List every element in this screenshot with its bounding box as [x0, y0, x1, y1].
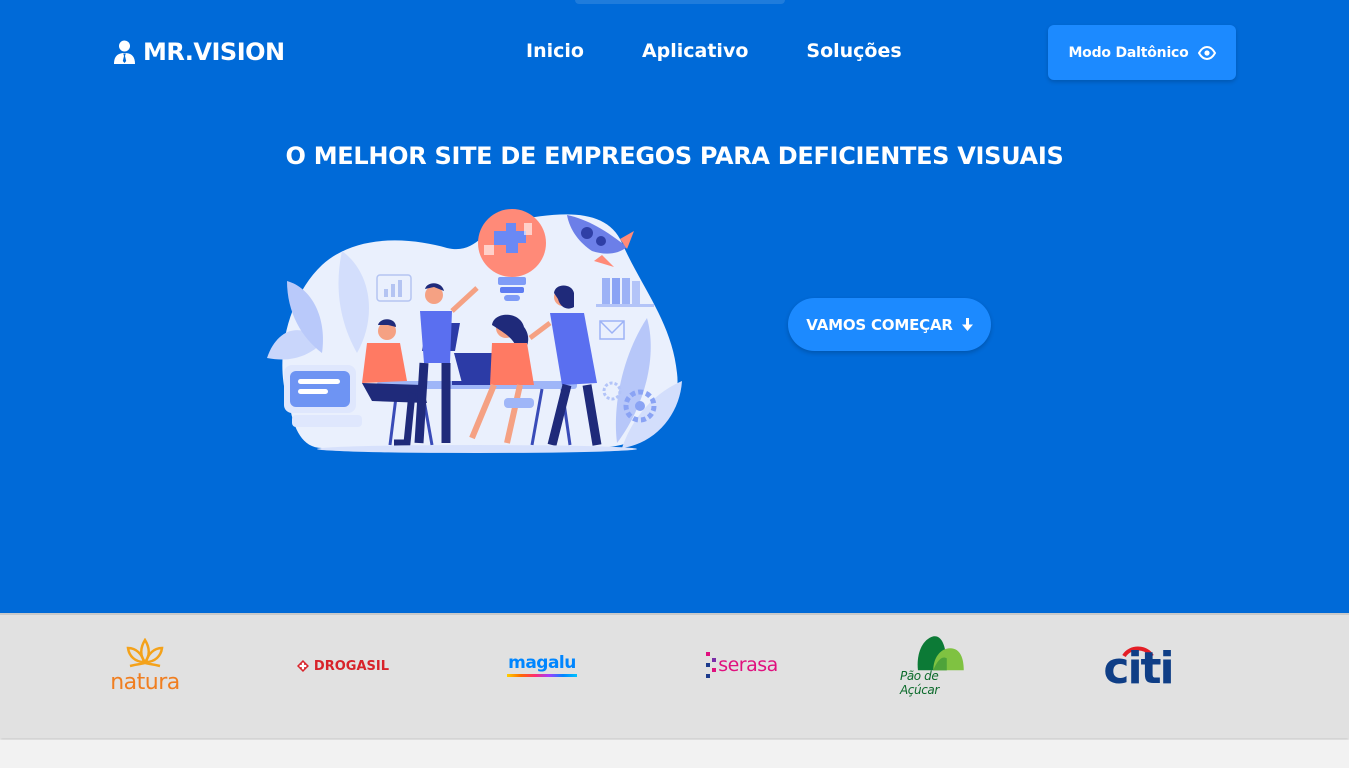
brand-logo[interactable]: MR.VISION — [114, 36, 285, 68]
main-nav: Inicio Aplicativo Soluções — [526, 37, 902, 65]
partners-bar: natura DROGASIL magalu serasa Pão de Açú… — [0, 613, 1349, 738]
top-glow — [575, 0, 785, 4]
serasa-wordmark: serasa — [718, 654, 778, 676]
page-bottom — [0, 740, 1349, 768]
magalu-wordmark: magalu — [508, 652, 576, 673]
nav-link-solucoes[interactable]: Soluções — [806, 37, 901, 65]
brand-name: MR.VISION — [143, 38, 285, 66]
team-working-illustration — [267, 209, 682, 453]
user-tie-icon — [114, 40, 135, 64]
citi-wordmark: citi — [1103, 643, 1174, 694]
citi-logo: citi — [1094, 637, 1182, 695]
pao-de-acucar-hills-icon — [917, 636, 964, 671]
drogasil-wordmark: DROGASIL — [313, 658, 389, 674]
color-blind-mode-button[interactable]: Modo Daltônico — [1048, 25, 1236, 80]
color-blind-mode-label: Modo Daltônico — [1068, 44, 1189, 61]
serasa-dots-icon — [706, 652, 717, 678]
natura-wordmark: natura — [110, 669, 180, 695]
drogasil-cross-icon — [297, 660, 309, 672]
drogasil-logo: DROGASIL — [297, 655, 389, 677]
magalu-logo: magalu — [504, 651, 580, 679]
get-started-label: VAMOS COMEÇAR — [806, 315, 953, 334]
nav-link-inicio[interactable]: Inicio — [526, 37, 584, 65]
natura-logo: natura — [103, 635, 187, 697]
natura-flower-icon — [126, 637, 164, 667]
pao-de-acucar-logo: Pão de Açúcar — [900, 633, 980, 697]
arrow-down-icon — [961, 318, 973, 331]
hero-headline: O MELHOR SITE DE EMPREGOS PARA DEFICIENT… — [285, 142, 1064, 170]
serasa-logo: serasa — [702, 649, 780, 681]
get-started-button[interactable]: VAMOS COMEÇAR — [788, 298, 991, 351]
pao-de-acucar-wordmark: Pão de Açúcar — [900, 669, 939, 697]
hero-section: MR.VISION Inicio Aplicativo Soluções Mod… — [0, 0, 1349, 613]
nav-link-aplicativo[interactable]: Aplicativo — [642, 37, 748, 65]
eye-icon — [1197, 45, 1216, 60]
magalu-rainbow-line — [507, 673, 577, 677]
